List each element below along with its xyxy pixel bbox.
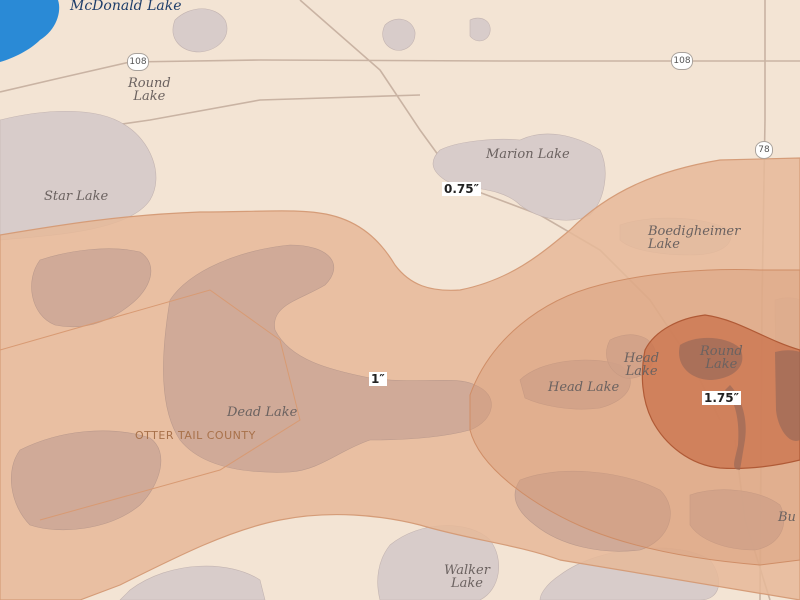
contour-label-0-75: 0.75″ — [442, 182, 481, 196]
lake-label-head: Head Lake — [548, 381, 619, 394]
lake-label-line: Lake — [450, 576, 483, 591]
lake-label-line: McDonald Lake — [70, 0, 182, 14]
lake-label-walker: Walker Lake — [444, 564, 490, 590]
lake-label-star: Star Lake — [44, 190, 108, 203]
lake-label-marion: Marion Lake — [486, 148, 570, 161]
highway-108-shield-west[interactable]: 108 — [127, 53, 149, 71]
lake-label-mcdonald: McDonald Lake — [70, 0, 182, 13]
lake-label-round-nw: Round Lake — [128, 77, 171, 103]
lake-label-line: Dead Lake — [227, 405, 298, 420]
lake-north-small — [382, 18, 416, 51]
lake-label-dead: Dead Lake — [227, 406, 297, 419]
map-canvas[interactable]: McDonald Lake Round Lake Star Lake Mario… — [0, 0, 800, 600]
lake-label-round-east: Round Lake — [700, 345, 743, 371]
lake-label-line: Lake — [133, 89, 166, 104]
lake-north-east — [469, 17, 491, 42]
contour-label-1: 1″ — [369, 372, 387, 386]
county-label: OTTER TAIL COUNTY — [135, 429, 256, 442]
contour-label-1-75: 1.75″ — [702, 391, 741, 405]
lake-label-line: Head Lake — [548, 380, 620, 395]
lake-label-boedigheimer: Boedigheimer Lake — [648, 225, 740, 251]
lake-label-line: Lake — [625, 364, 658, 379]
lake-label-line: Bu — [778, 510, 796, 525]
lake-label-line: Star Lake — [44, 189, 109, 204]
lake-label-line: Marion Lake — [486, 147, 570, 162]
lake-label-line: Lake — [648, 237, 680, 252]
map-graphics — [0, 0, 800, 600]
lake-label-head-small: Head Lake — [624, 352, 659, 378]
lake-label-line: Lake — [705, 357, 738, 372]
highway-108-shield-east[interactable]: 108 — [671, 52, 693, 70]
lake-label-bu: Bu — [778, 511, 796, 524]
highway-78-shield[interactable]: 78 — [755, 141, 773, 159]
